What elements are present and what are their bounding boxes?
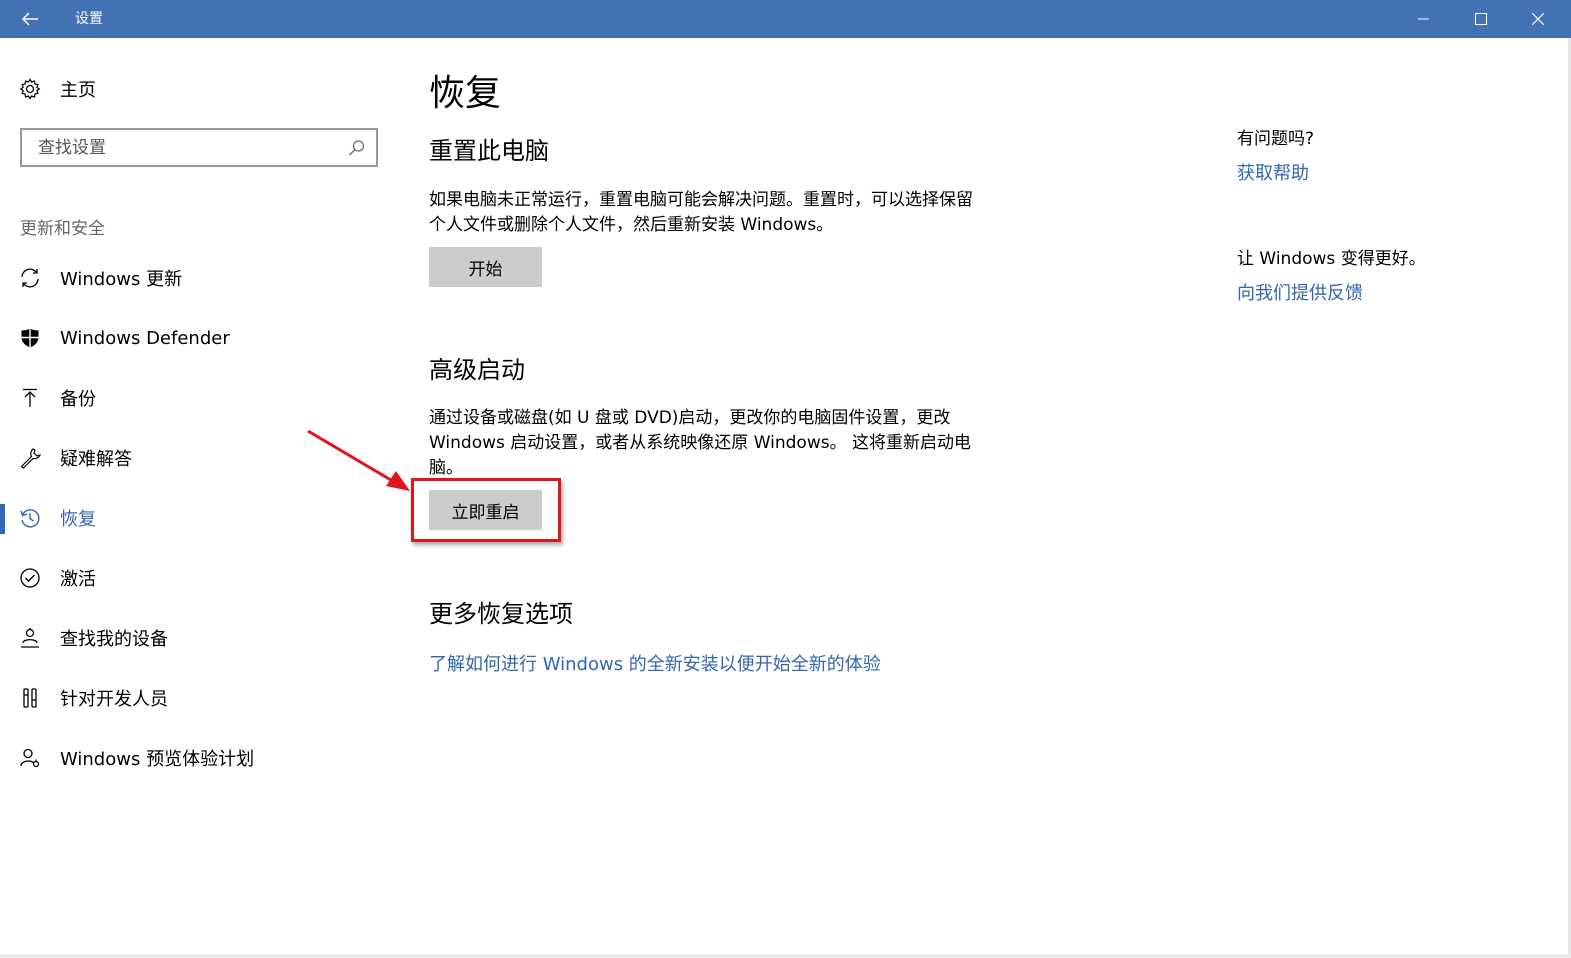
sidebar-home[interactable]: 主页 (18, 74, 96, 104)
sidebar-item-label: 恢复 (60, 509, 96, 530)
sidebar-item-activation[interactable]: 激活 (0, 548, 390, 608)
minimize-icon (1418, 18, 1429, 20)
sidebar-item-windows-insider[interactable]: Windows 预览体验计划 (0, 728, 390, 788)
sidebar-home-label: 主页 (60, 80, 96, 101)
sidebar-section-label: 更新和安全 (20, 219, 105, 239)
sidebar-item-label: 备份 (60, 389, 96, 410)
sidebar-item-label: Windows 更新 (60, 269, 183, 290)
sidebar-item-windows-defender[interactable]: Windows Defender (0, 308, 390, 368)
sidebar-nav: Windows 更新 Windows Defender 备份 疑难解答 恢复 激… (0, 248, 390, 788)
sidebar-item-label: 疑难解答 (60, 449, 132, 470)
upload-arrow-icon (18, 386, 42, 410)
advanced-startup-heading: 高级启动 (429, 356, 525, 384)
close-icon (1532, 13, 1544, 25)
back-arrow-icon (21, 12, 38, 26)
search-icon[interactable] (348, 139, 366, 161)
page-title: 恢复 (429, 73, 502, 114)
shield-icon (18, 326, 42, 350)
advanced-startup-description: 通过设备或磁盘(如 U 盘或 DVD)启动，更改你的电脑固件设置，更改 Wind… (429, 408, 971, 478)
gear-icon (18, 77, 42, 101)
person-insider-icon (18, 746, 42, 770)
close-button[interactable] (1515, 0, 1561, 38)
active-indicator (0, 504, 5, 534)
reset-heading: 重置此电脑 (429, 137, 549, 165)
search-box (20, 128, 378, 167)
developer-tools-icon (18, 686, 42, 710)
search-input[interactable] (36, 130, 340, 165)
check-circle-icon (18, 566, 42, 590)
clean-install-link[interactable]: 了解如何进行 Windows 的全新安装以便开始全新的体验 (429, 650, 881, 676)
maximize-icon (1475, 13, 1487, 25)
window-bottom-border (0, 954, 1571, 958)
minimize-button[interactable] (1401, 0, 1447, 38)
history-icon (18, 506, 42, 530)
sidebar-item-label: 针对开发人员 (60, 689, 168, 710)
sidebar-item-label: Windows 预览体验计划 (60, 749, 255, 770)
sidebar-item-for-developers[interactable]: 针对开发人员 (0, 668, 390, 728)
get-help-link[interactable]: 获取帮助 (1237, 159, 1309, 185)
window-title: 设置 (75, 11, 103, 27)
sidebar-item-find-my-device[interactable]: 查找我的设备 (0, 608, 390, 668)
sidebar-item-label: Windows Defender (60, 327, 230, 349)
reset-description: 如果电脑未正常运行，重置电脑可能会解决问题。重置时，可以选择保留个人文件或删除个… (429, 190, 973, 235)
more-recovery-heading: 更多恢复选项 (429, 600, 573, 628)
give-feedback-link[interactable]: 向我们提供反馈 (1237, 279, 1363, 305)
locate-person-icon (18, 626, 42, 650)
sidebar-item-backup[interactable]: 备份 (0, 368, 390, 428)
reset-start-button[interactable]: 开始 (429, 247, 542, 287)
annotation-arrow-icon (307, 429, 410, 491)
feedback-prompt: 让 Windows 变得更好。 (1237, 249, 1426, 269)
sidebar-item-label: 激活 (60, 569, 96, 590)
sync-icon (18, 266, 42, 290)
maximize-button[interactable] (1458, 0, 1504, 38)
wrench-icon (18, 446, 42, 470)
annotation-highlight-box (411, 478, 561, 542)
sidebar-item-windows-update[interactable]: Windows 更新 (0, 248, 390, 308)
help-question: 有问题吗? (1237, 129, 1315, 149)
back-button[interactable] (0, 0, 60, 38)
sidebar-item-label: 查找我的设备 (60, 629, 168, 650)
title-bar: 设置 (0, 0, 1571, 38)
